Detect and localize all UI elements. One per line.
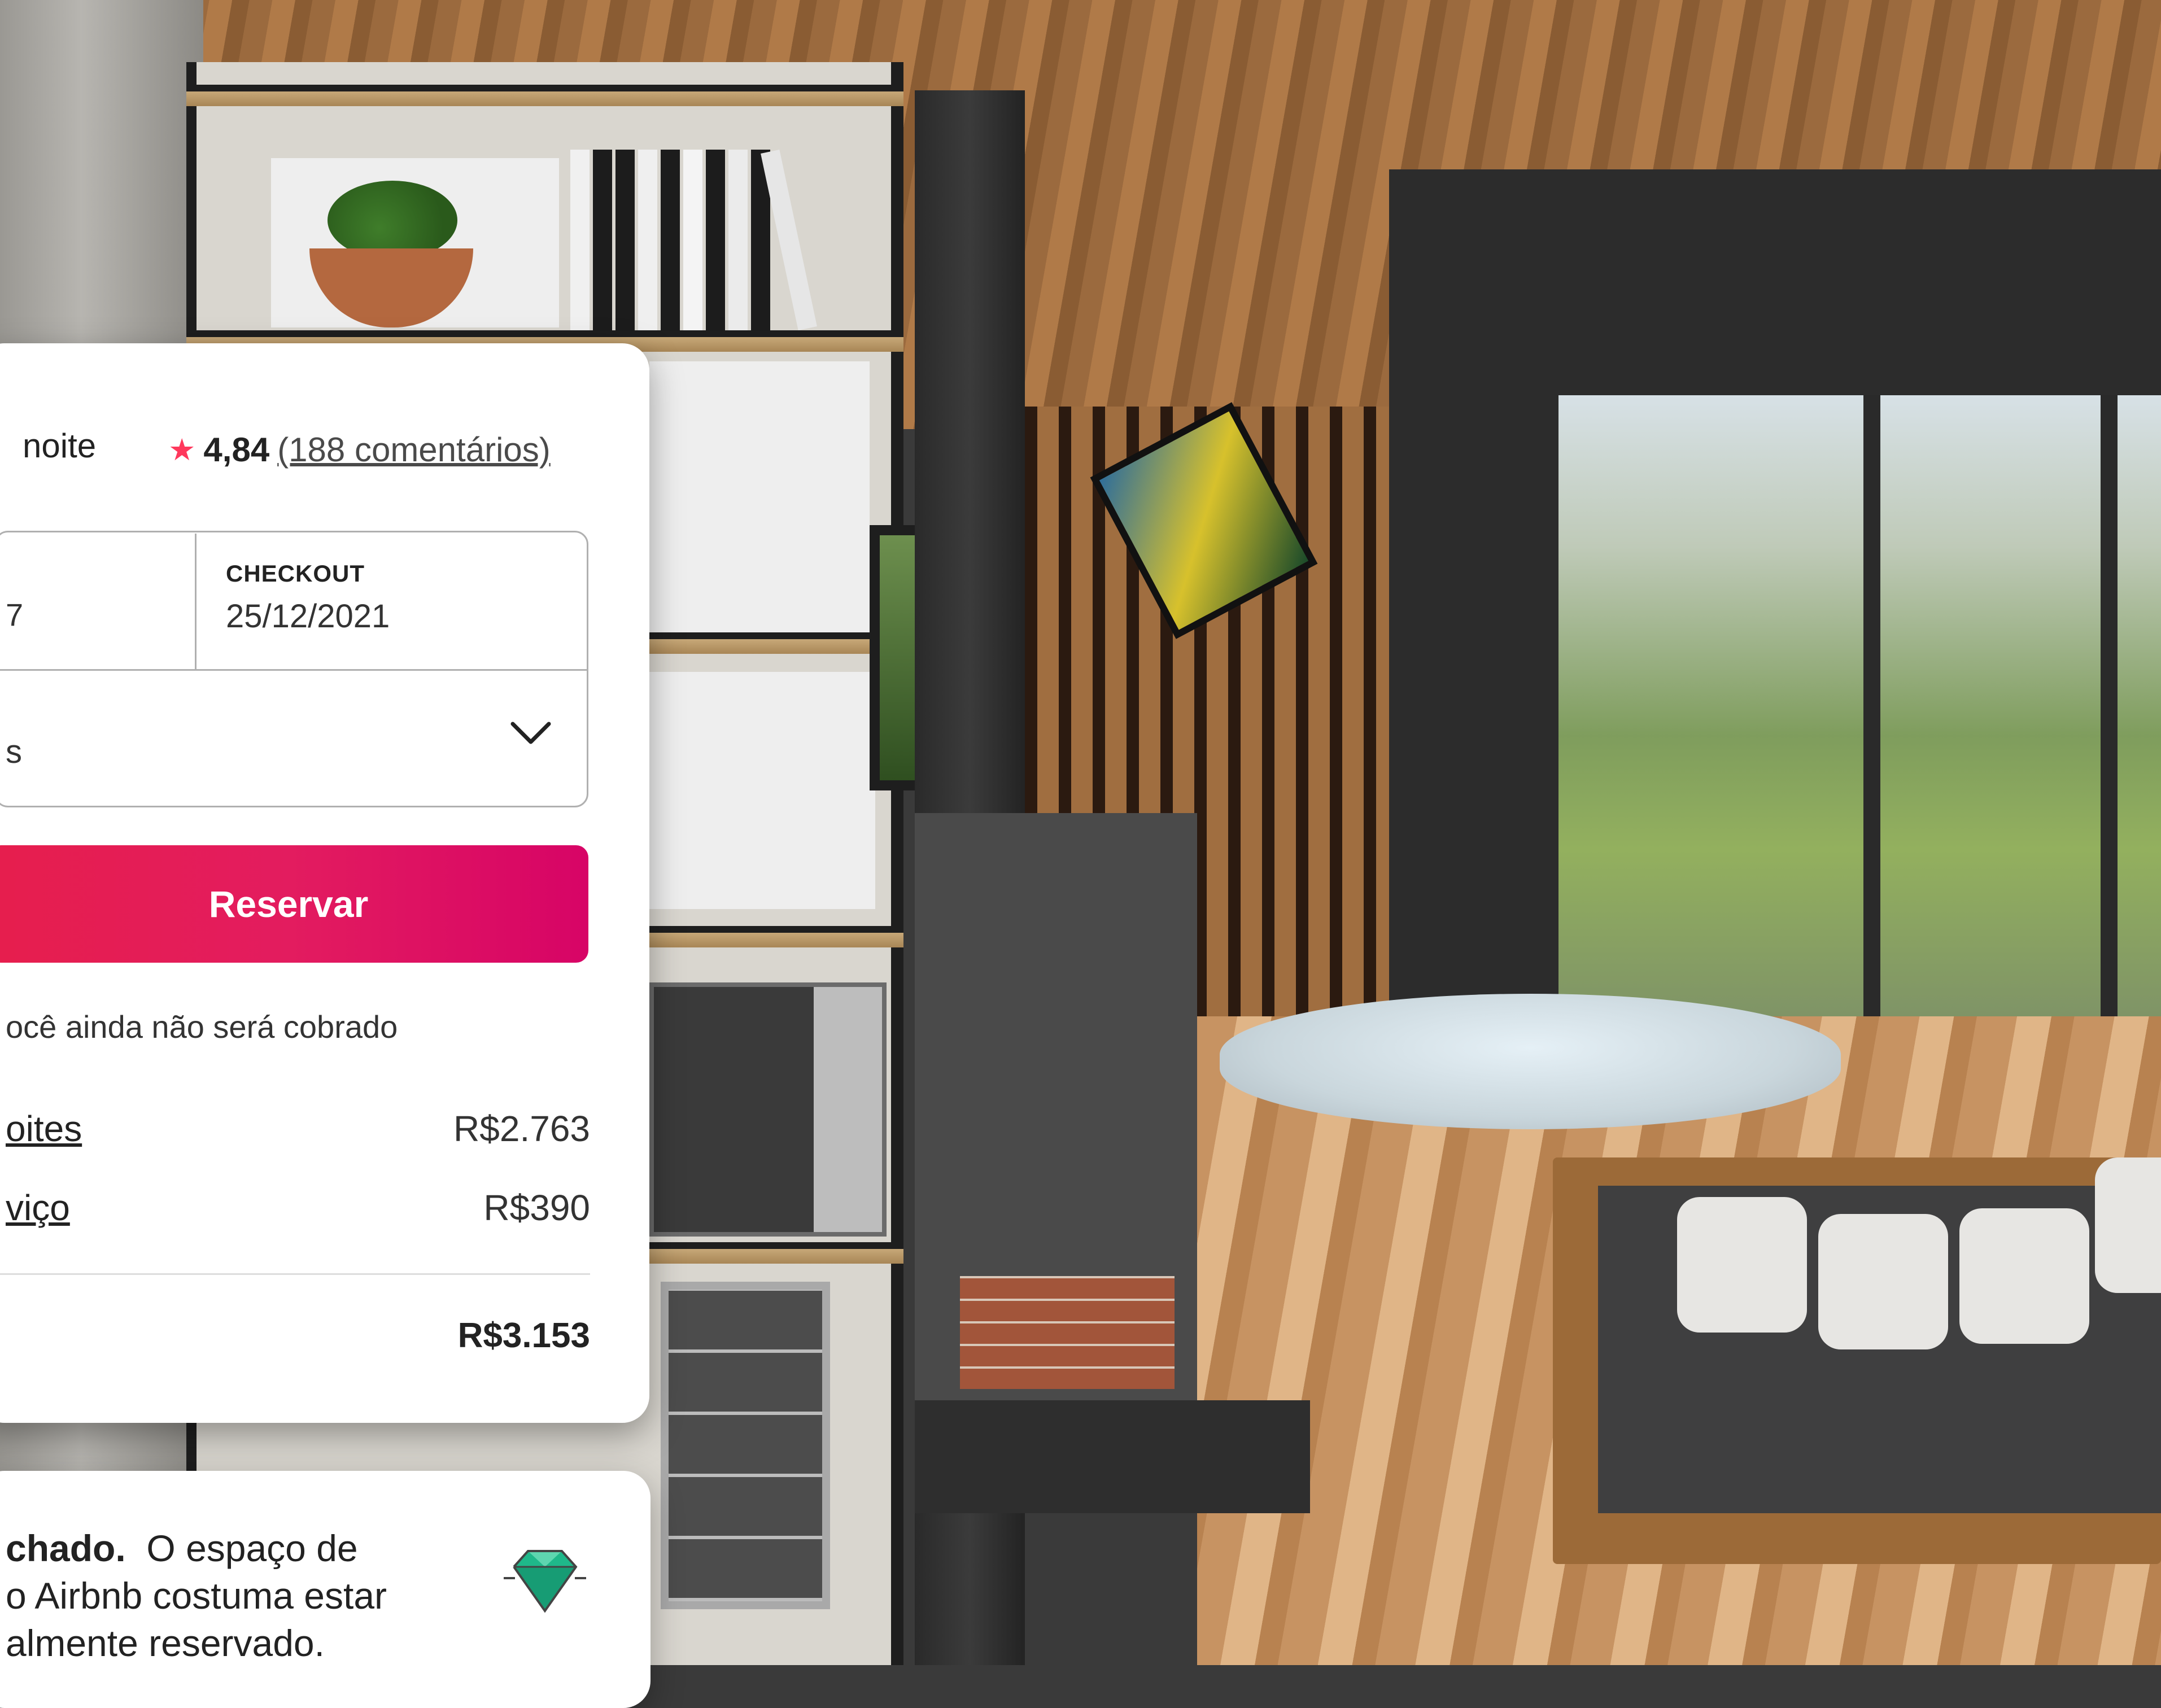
star-icon: ★ (168, 433, 196, 467)
book (728, 150, 748, 330)
cushion (1818, 1214, 1948, 1349)
price-per-night: noite (23, 427, 97, 465)
chevron-down-icon[interactable] (508, 716, 553, 750)
service-fee-value: R$390 (483, 1187, 590, 1228)
rating-value: 4,84 (203, 431, 270, 469)
plant (328, 181, 457, 260)
shelf-backing (649, 672, 875, 909)
diamond-icon (504, 1550, 586, 1613)
nights-price-value: R$2.763 (453, 1108, 590, 1149)
shelf-backing (649, 361, 870, 632)
rare-find-line1: O espaço de (146, 1527, 358, 1569)
guests-dropdown[interactable] (0, 669, 588, 807)
cushion (1959, 1208, 2089, 1344)
reviews-link[interactable]: (188 comentários) (277, 430, 551, 469)
book (615, 150, 635, 330)
rare-find-line3: almente reservado. (6, 1622, 325, 1664)
rare-find-title: chado. (6, 1527, 126, 1569)
total-price: R$3.153 (457, 1316, 590, 1355)
checkin-field[interactable]: 7 (6, 596, 23, 633)
book (593, 150, 612, 330)
date-divider (195, 534, 197, 669)
fireplace-base (915, 1400, 1310, 1513)
shelf-board (186, 85, 903, 106)
no-charge-note: ocê ainda não será cobrado (6, 1009, 398, 1045)
hot-tub (1220, 994, 1841, 1129)
checkout-field[interactable]: 25/12/2021 (226, 597, 390, 635)
reserve-button[interactable]: Reservar (0, 845, 588, 963)
rare-find-text: chado. O espaço de o Airbnb costuma esta… (6, 1524, 446, 1667)
rating-summary: ★ 4,84 (188 comentários) (168, 430, 551, 469)
book (570, 150, 590, 330)
fireplace-bricks (960, 1276, 1175, 1389)
microwave (649, 982, 887, 1237)
cushion (2095, 1157, 2161, 1293)
book (661, 150, 680, 330)
card-divider (0, 1273, 590, 1275)
book (706, 150, 725, 330)
cushion (1677, 1197, 1807, 1333)
checkout-label: CHECKOUT (226, 560, 365, 587)
guests-value: s (6, 733, 22, 770)
rare-find-line2: o Airbnb costuma estar (6, 1575, 387, 1617)
book (638, 150, 657, 330)
nights-price-link[interactable]: oites (6, 1108, 82, 1150)
book (683, 150, 702, 330)
service-fee-link[interactable]: viço (6, 1187, 70, 1229)
wine-fridge (661, 1282, 830, 1609)
